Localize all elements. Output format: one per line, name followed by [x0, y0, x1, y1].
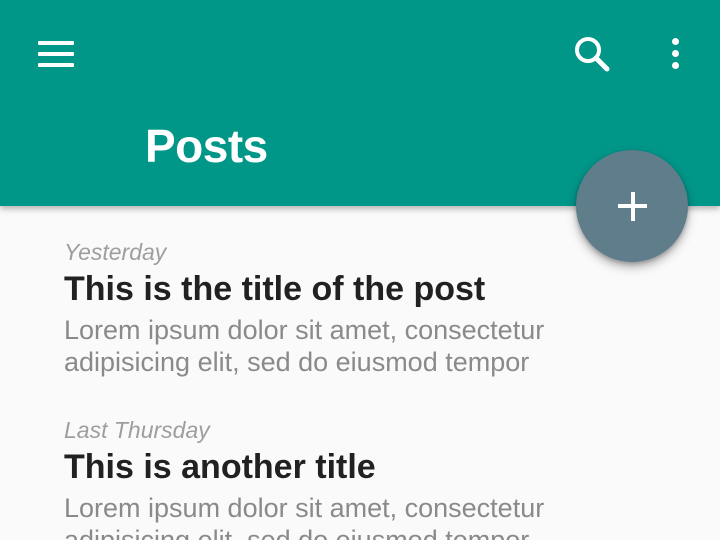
search-button[interactable] — [566, 28, 618, 80]
page-title: Posts — [145, 120, 268, 172]
search-icon — [575, 37, 610, 72]
post-title: This is the title of the post — [64, 270, 486, 308]
more-vert-icon — [672, 50, 679, 57]
more-vert-icon — [672, 62, 679, 69]
post-list-item[interactable]: Yesterday This is the title of the post … — [64, 238, 664, 378]
menu-icon-bar — [38, 41, 74, 45]
post-excerpt: Lorem ipsum dolor sit amet, consectetur … — [64, 315, 545, 377]
post-excerpt: Lorem ipsum dolor sit amet, consectetur … — [64, 493, 545, 540]
menu-icon-bar — [38, 63, 74, 67]
more-options-button[interactable] — [652, 28, 700, 80]
app-screen: Posts Yesterday This is the title of the… — [0, 0, 720, 540]
post-list-item[interactable]: Last Thursday This is another title Lore… — [64, 416, 664, 540]
post-date: Last Thursday — [64, 417, 210, 443]
menu-button[interactable] — [26, 28, 86, 80]
more-vert-icon — [672, 38, 679, 45]
add-post-button[interactable] — [576, 150, 688, 262]
plus-icon — [630, 191, 635, 221]
post-date: Yesterday — [64, 239, 167, 265]
menu-icon-bar — [38, 52, 74, 56]
post-title: This is another title — [64, 448, 376, 486]
